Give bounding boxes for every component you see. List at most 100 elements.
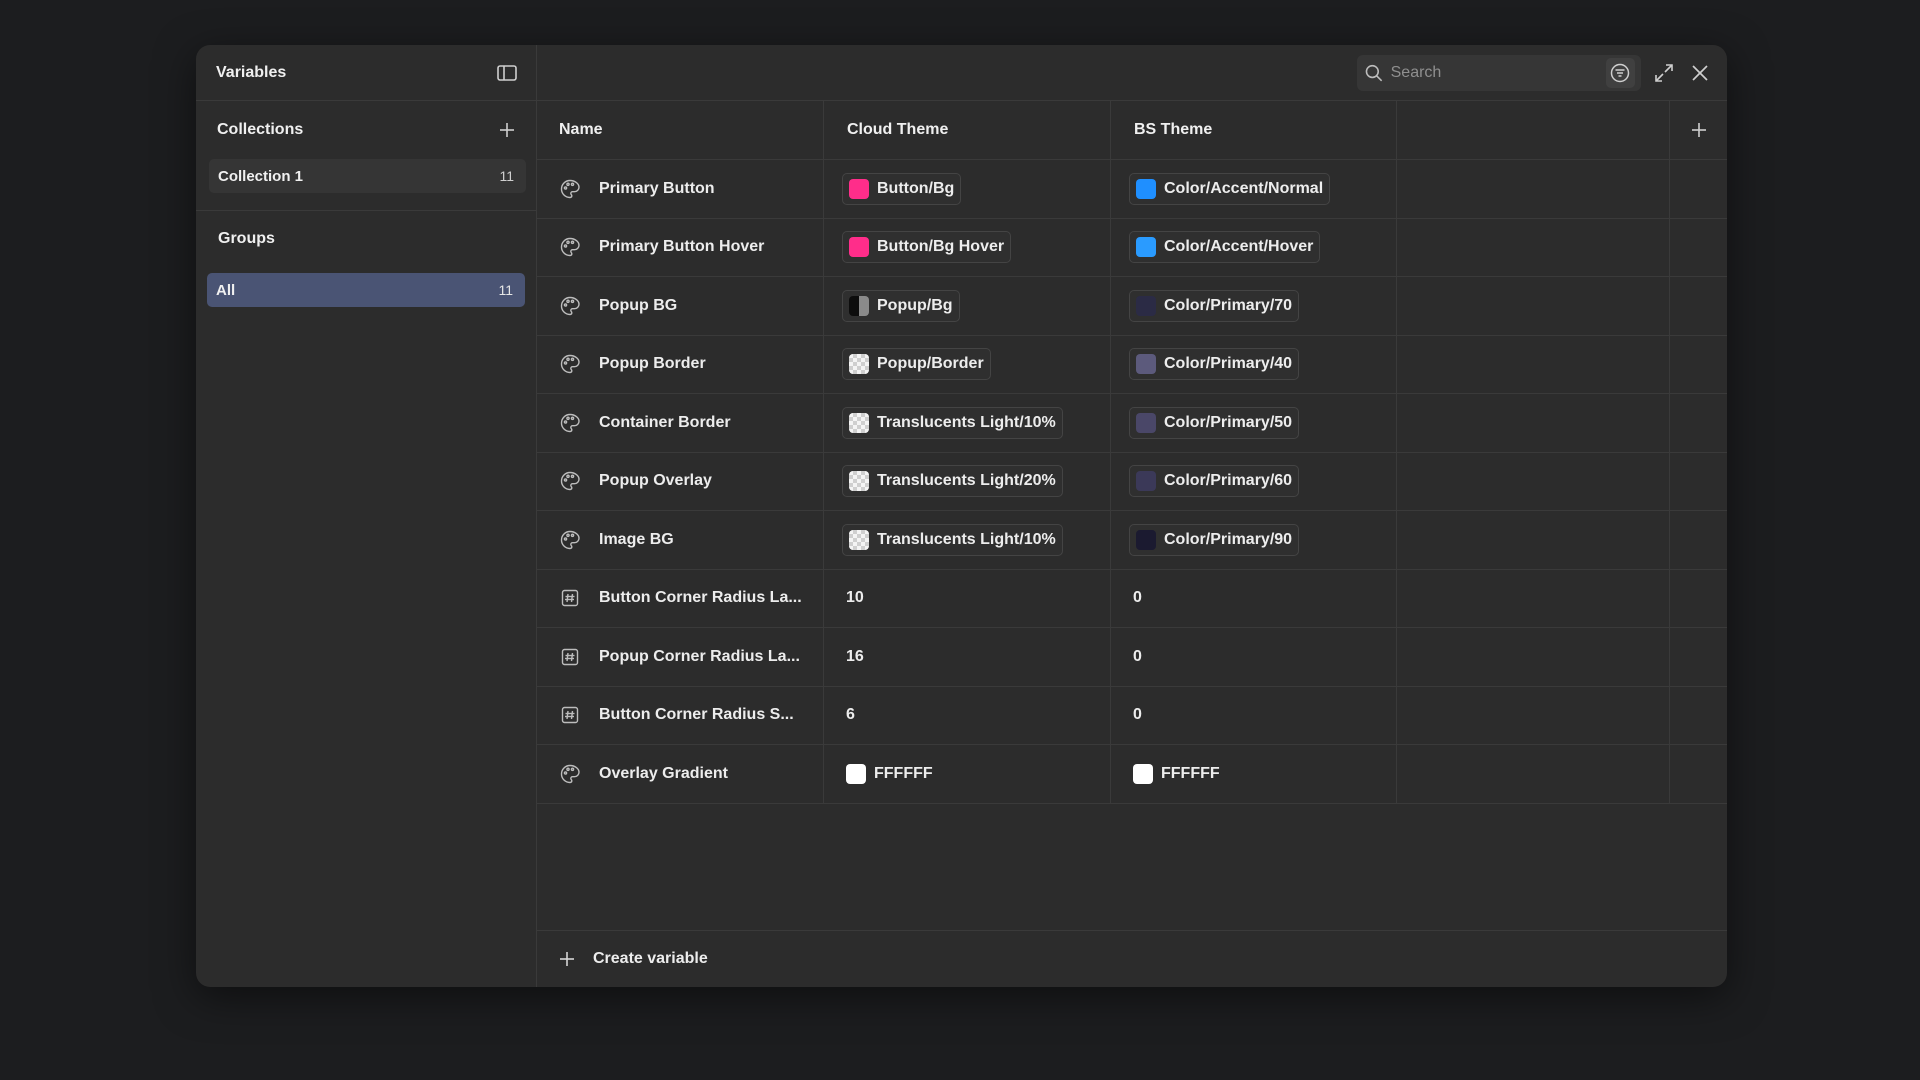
alias-label: Color/Accent/Hover bbox=[1164, 238, 1314, 256]
variable-alias-chip[interactable]: Translucents Light/10% bbox=[842, 523, 1063, 556]
alias-label: Popup/Bg bbox=[877, 296, 953, 314]
cloud-value-cell[interactable]: Popup/Bg bbox=[824, 277, 1111, 335]
cloud-value-cell[interactable]: Popup/Border bbox=[824, 335, 1111, 393]
variable-alias-chip[interactable]: Popup/Bg bbox=[842, 289, 960, 322]
color-swatch bbox=[849, 354, 869, 375]
bs-value-cell[interactable]: Color/Accent/Hover bbox=[1111, 218, 1397, 276]
number-value: 16 bbox=[846, 647, 864, 665]
palette-icon bbox=[559, 178, 581, 200]
table-row[interactable]: Container Border Translucents Light/10% Co… bbox=[537, 394, 1727, 453]
variable-name: Popup Overlay bbox=[599, 472, 712, 490]
table-row[interactable]: Popup Corner Radius La... 16 0 bbox=[537, 628, 1727, 687]
bs-value-cell[interactable]: FFFFFF bbox=[1111, 745, 1397, 803]
cloud-value-cell[interactable]: Translucents Light/10% bbox=[824, 511, 1111, 569]
empty-cell bbox=[1397, 686, 1670, 744]
header-name[interactable]: Name bbox=[537, 101, 824, 159]
collection-count: 11 bbox=[499, 168, 514, 184]
variable-alias-chip[interactable]: Color/Accent/Normal bbox=[1129, 172, 1331, 205]
empty-cell bbox=[1397, 394, 1670, 452]
table-row[interactable]: Button Corner Radius La... 10 0 bbox=[537, 569, 1727, 628]
hex-label: FFFFFF bbox=[1161, 764, 1220, 782]
variable-alias-chip[interactable]: Popup/Border bbox=[842, 348, 991, 381]
sidebar-header: Variables bbox=[196, 45, 536, 101]
hex-value: FFFFFF bbox=[1129, 763, 1220, 784]
close-button[interactable] bbox=[1687, 60, 1713, 86]
name-cell[interactable]: Popup Border bbox=[537, 335, 824, 393]
bs-value-cell[interactable]: Color/Primary/40 bbox=[1111, 335, 1397, 393]
filter-button[interactable] bbox=[1605, 57, 1635, 88]
cloud-value-cell[interactable]: 16 bbox=[824, 628, 1111, 686]
alias-label: Color/Primary/50 bbox=[1164, 413, 1293, 431]
color-swatch bbox=[1136, 412, 1156, 433]
empty-cell bbox=[1670, 511, 1727, 569]
bs-value-cell[interactable]: Color/Primary/70 bbox=[1111, 277, 1397, 335]
bs-value-cell[interactable]: Color/Primary/60 bbox=[1111, 452, 1397, 510]
bs-value-cell[interactable]: 0 bbox=[1111, 628, 1397, 686]
table-row[interactable]: Popup BG Popup/Bg Color/Primary/70 bbox=[537, 277, 1727, 336]
close-icon bbox=[1692, 64, 1708, 81]
collection-item[interactable]: Collection 1 11 bbox=[209, 159, 526, 193]
name-cell[interactable]: Container Border bbox=[537, 394, 824, 452]
variable-alias-chip[interactable]: Translucents Light/20% bbox=[842, 465, 1063, 498]
header-cloud-theme[interactable]: Cloud Theme bbox=[824, 101, 1111, 159]
variable-alias-chip[interactable]: Color/Primary/60 bbox=[1129, 465, 1300, 498]
variable-alias-chip[interactable]: Color/Primary/40 bbox=[1129, 348, 1300, 381]
name-cell[interactable]: Popup Corner Radius La... bbox=[537, 628, 824, 686]
cloud-value-cell[interactable]: Button/Bg Hover bbox=[824, 218, 1111, 276]
table-row[interactable]: Popup Border Popup/Border Color/Primary/40 bbox=[537, 335, 1727, 394]
variable-alias-chip[interactable]: Translucents Light/10% bbox=[842, 406, 1063, 439]
empty-cell bbox=[1670, 394, 1727, 452]
variable-name: Primary Button bbox=[599, 179, 715, 197]
number-icon bbox=[559, 587, 581, 609]
color-swatch bbox=[1136, 178, 1156, 199]
create-variable-button[interactable]: Create variable bbox=[537, 930, 1727, 987]
cloud-value-cell[interactable]: Button/Bg bbox=[824, 160, 1111, 218]
table-row[interactable]: Button Corner Radius S... 6 0 bbox=[537, 686, 1727, 745]
add-collection-button[interactable] bbox=[494, 117, 520, 143]
header-bs-theme[interactable]: BS Theme bbox=[1111, 101, 1397, 159]
palette-icon bbox=[559, 236, 581, 258]
cloud-value-cell[interactable]: 10 bbox=[824, 569, 1111, 627]
name-cell[interactable]: Image BG bbox=[537, 511, 824, 569]
table-row[interactable]: Primary Button Hover Button/Bg Hover Color… bbox=[537, 218, 1727, 277]
table-row[interactable]: Primary Button Button/Bg Color/Accent/Norm… bbox=[537, 160, 1727, 219]
group-item-all[interactable]: All 11 bbox=[207, 273, 525, 307]
color-swatch bbox=[849, 471, 869, 492]
sidebar-toggle-icon[interactable] bbox=[494, 60, 520, 86]
table-row[interactable]: Overlay Gradient FFFFFF FFFFFF bbox=[537, 745, 1727, 804]
variable-alias-chip[interactable]: Color/Accent/Hover bbox=[1129, 231, 1321, 264]
variable-alias-chip[interactable]: Color/Primary/90 bbox=[1129, 523, 1300, 556]
name-cell[interactable]: Button Corner Radius La... bbox=[537, 569, 824, 627]
name-cell[interactable]: Overlay Gradient bbox=[537, 745, 824, 803]
variable-name: Popup Corner Radius La... bbox=[599, 647, 800, 665]
bs-value-cell[interactable]: Color/Primary/50 bbox=[1111, 394, 1397, 452]
alias-label: Translucents Light/10% bbox=[877, 413, 1056, 431]
expand-icon bbox=[1655, 63, 1673, 82]
cloud-value-cell[interactable]: 6 bbox=[824, 686, 1111, 744]
variable-alias-chip[interactable]: Button/Bg bbox=[842, 172, 962, 205]
search-input[interactable] bbox=[1390, 63, 1598, 82]
number-icon bbox=[559, 646, 581, 668]
variable-alias-chip[interactable]: Color/Primary/50 bbox=[1129, 406, 1300, 439]
variable-alias-chip[interactable]: Button/Bg Hover bbox=[842, 231, 1012, 264]
cloud-value-cell[interactable]: Translucents Light/10% bbox=[824, 394, 1111, 452]
name-cell[interactable]: Primary Button bbox=[537, 160, 824, 218]
add-mode-button[interactable] bbox=[1670, 101, 1727, 159]
filter-icon bbox=[1611, 63, 1630, 82]
bs-value-cell[interactable]: Color/Accent/Normal bbox=[1111, 160, 1397, 218]
table-row[interactable]: Popup Overlay Translucents Light/20% Color… bbox=[537, 452, 1727, 511]
table-row[interactable]: Image BG Translucents Light/10% Color/Prim… bbox=[537, 511, 1727, 570]
name-cell[interactable]: Popup Overlay bbox=[537, 452, 824, 510]
expand-button[interactable] bbox=[1651, 60, 1677, 86]
variable-alias-chip[interactable]: Color/Primary/70 bbox=[1129, 289, 1300, 322]
bs-value-cell[interactable]: 0 bbox=[1111, 569, 1397, 627]
cloud-value-cell[interactable]: Translucents Light/20% bbox=[824, 452, 1111, 510]
alias-label: Color/Primary/90 bbox=[1164, 530, 1293, 548]
bs-value-cell[interactable]: Color/Primary/90 bbox=[1111, 511, 1397, 569]
name-cell[interactable]: Popup BG bbox=[537, 277, 824, 335]
name-cell[interactable]: Button Corner Radius S... bbox=[537, 686, 824, 744]
bs-value-cell[interactable]: 0 bbox=[1111, 686, 1397, 744]
name-cell[interactable]: Primary Button Hover bbox=[537, 218, 824, 276]
cloud-value-cell[interactable]: FFFFFF bbox=[824, 745, 1111, 803]
top-bar bbox=[537, 45, 1727, 101]
